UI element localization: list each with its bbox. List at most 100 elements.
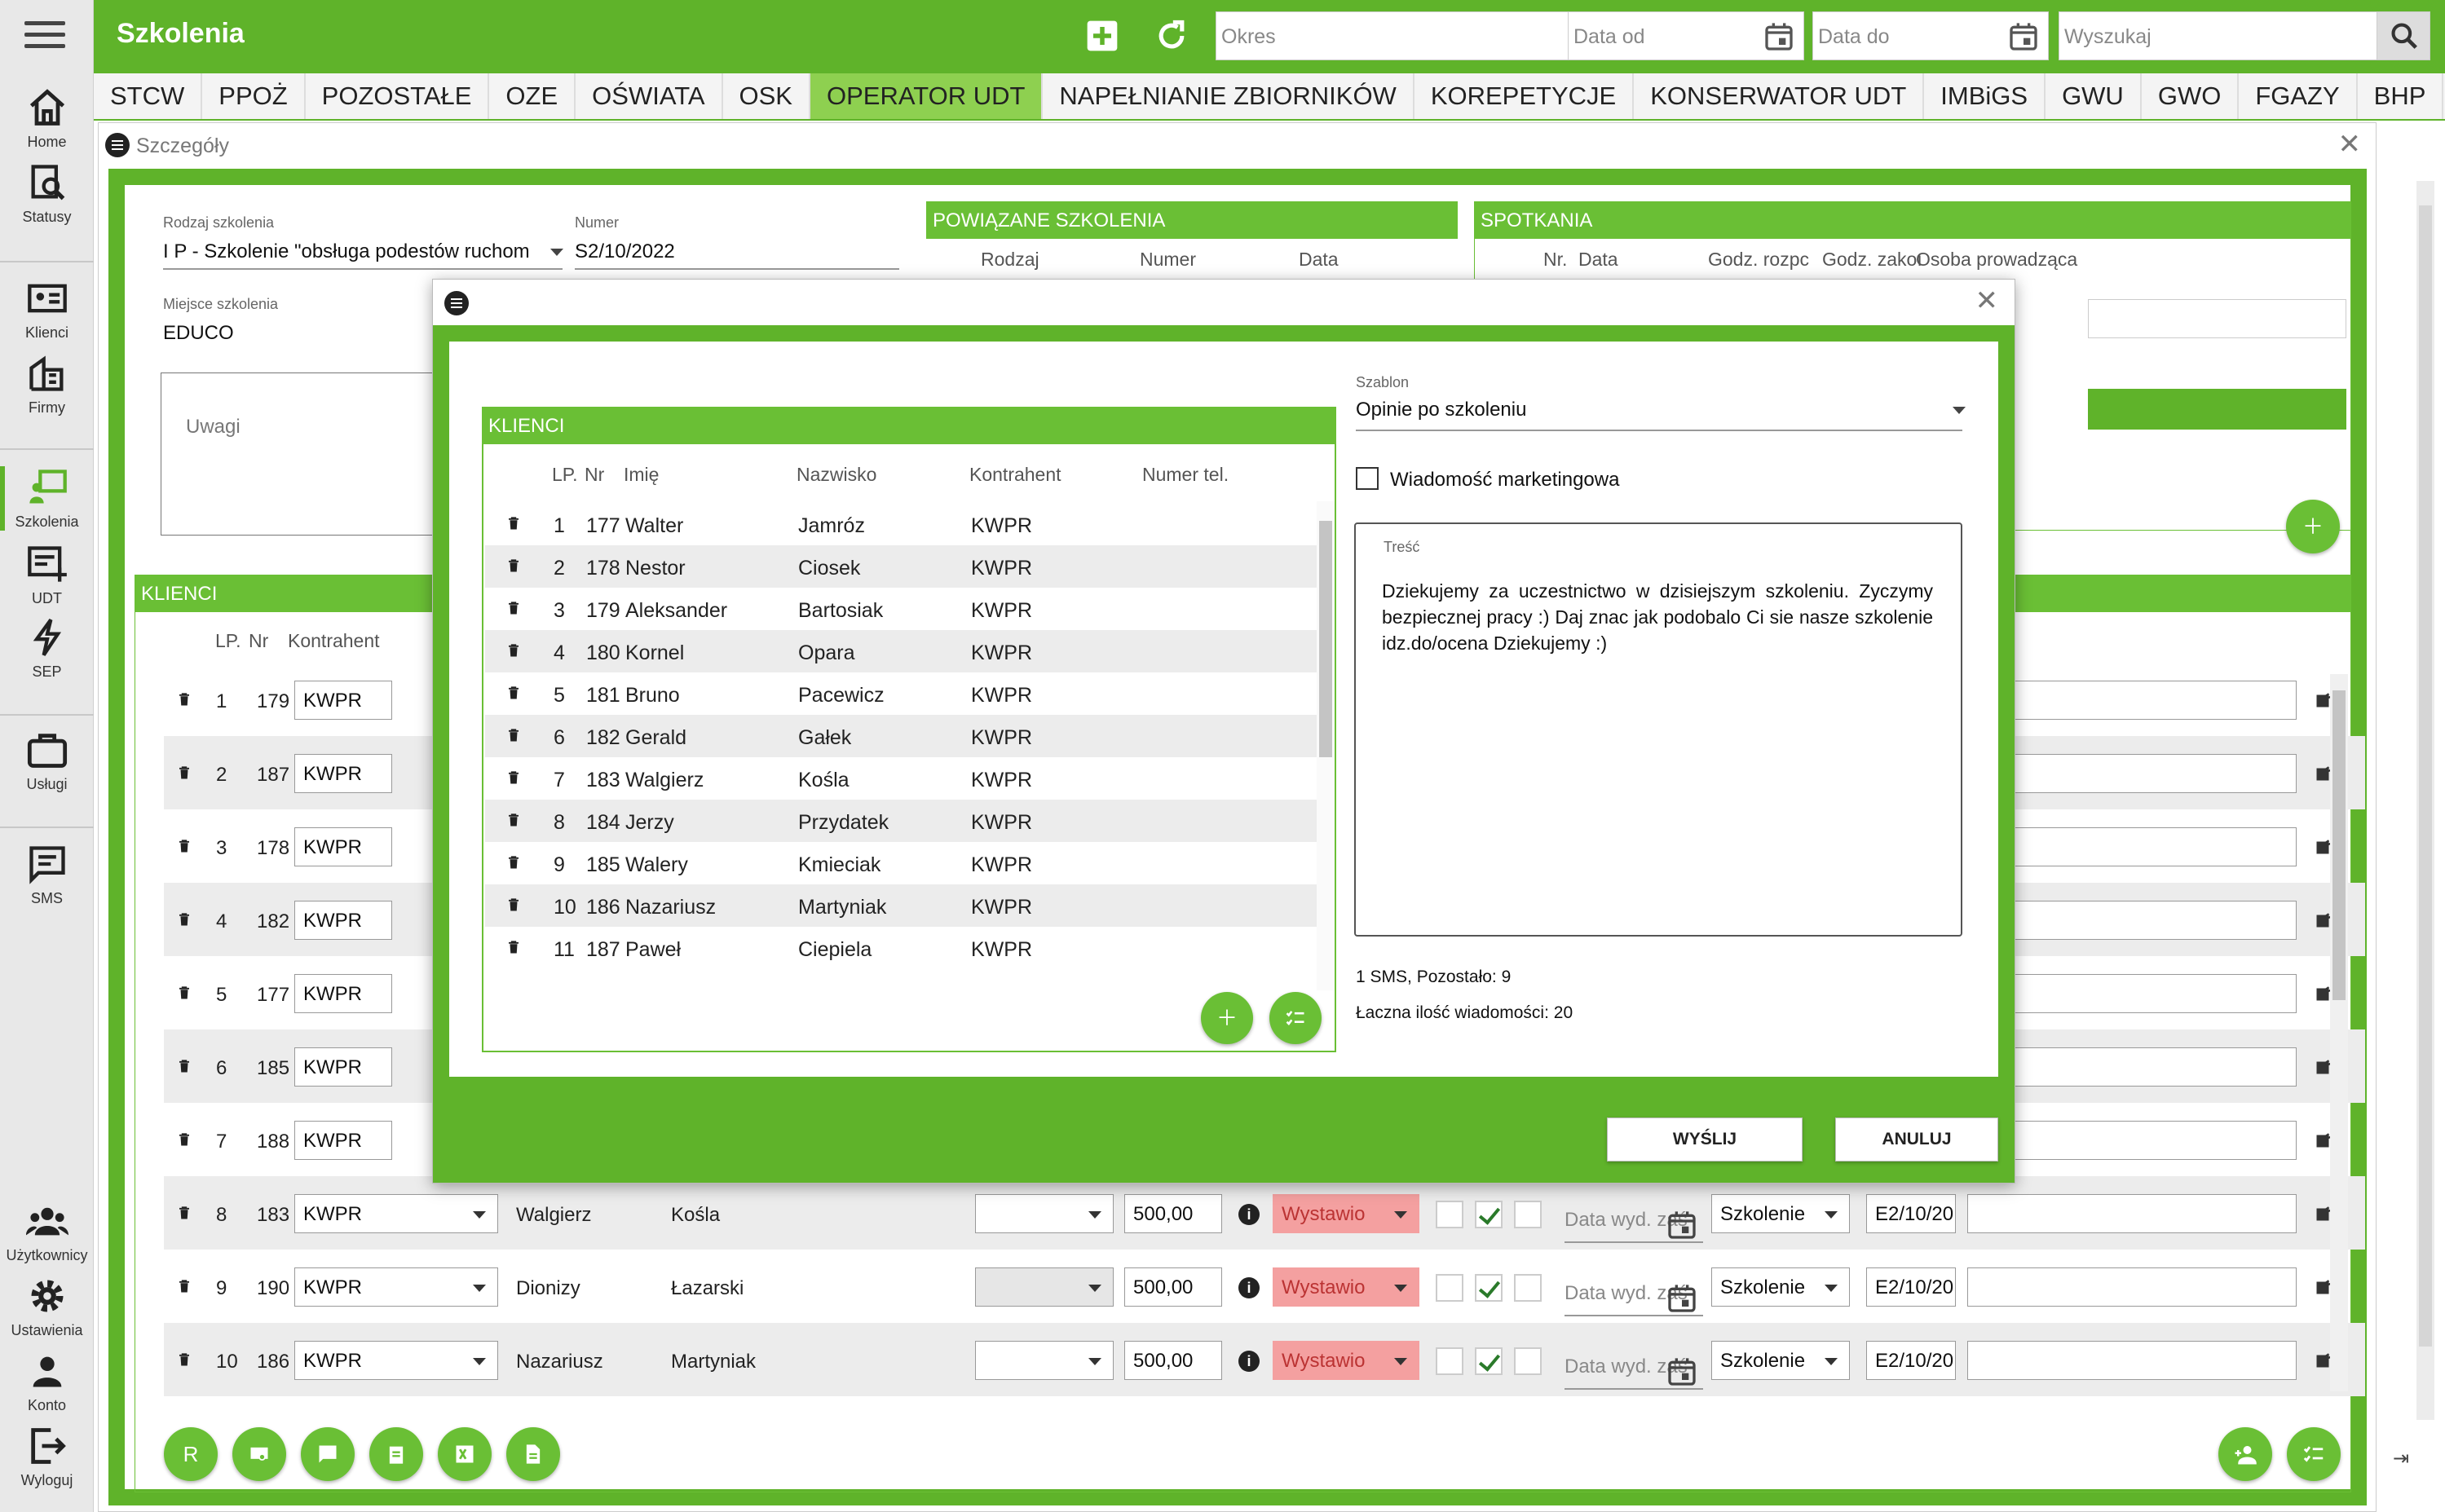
notes-field[interactable] [1967,974,2297,1013]
trash-icon[interactable] [177,1131,192,1148]
message-button[interactable] [301,1427,355,1481]
checkbox-checked[interactable] [1475,1347,1503,1375]
trash-icon[interactable] [506,769,521,787]
trash-icon[interactable] [506,514,521,532]
tab-2[interactable]: POZOSTAŁE [306,73,490,119]
amount-field[interactable]: 500,00 [1124,1267,1222,1307]
type-select[interactable]: Szkolenie [1711,1341,1850,1380]
kontrahent-select[interactable]: KWPR [294,974,392,1013]
checkbox[interactable] [1436,1201,1463,1228]
template-select[interactable]: Opinie po szkoleniu [1356,399,1526,421]
trash-icon[interactable] [177,1277,192,1295]
tab-5[interactable]: OSK [723,73,810,119]
info-icon[interactable]: i [1238,1351,1260,1372]
notes-field[interactable] [1967,1341,2297,1380]
status-select[interactable]: Wystawio [1273,1194,1419,1233]
list-item[interactable]: 6 182 Gerald Gałek KWPR [485,715,1317,757]
kontrahent-select[interactable]: KWPR [294,1267,498,1307]
panel-collapse-icon[interactable]: ⇥ [2385,1435,2417,1483]
meeting-input[interactable] [2088,299,2346,338]
tab-9[interactable]: KONSERWATOR UDT [1634,73,1925,119]
notes-field[interactable] [1967,681,2297,720]
trash-icon[interactable] [177,1351,192,1369]
calendar-icon[interactable] [1666,1356,1698,1388]
sidebar-item-sep[interactable]: SEP [0,616,94,681]
trash-icon[interactable] [177,690,192,708]
clients-scrollbar[interactable] [2330,674,2348,1391]
list-item[interactable]: 4 180 Kornel Opara KWPR [485,630,1317,672]
refresh-icon[interactable] [1154,18,1189,54]
dialog-close-icon[interactable]: ✕ [1975,284,1999,317]
list-item[interactable]: 1 177 Walter Jamróz KWPR [485,503,1317,545]
clipboard-button[interactable] [369,1427,423,1481]
kontrahent-select[interactable]: KWPR [294,754,392,793]
chevron-down-icon[interactable] [550,249,563,256]
search-button[interactable] [2377,11,2430,60]
kontrahent-select[interactable]: KWPR [294,1121,392,1160]
chevron-down-icon[interactable] [1953,407,1966,414]
dialog-checklist-button[interactable] [1269,992,1322,1044]
kontrahent-select[interactable]: KWPR [294,901,392,940]
status-select[interactable]: Wystawio [1273,1267,1419,1307]
notes-field[interactable] [1967,827,2297,866]
tab-13[interactable]: FGAZY [2239,73,2358,119]
trash-icon[interactable] [177,1204,192,1222]
certificate-button[interactable] [232,1427,286,1481]
trash-icon[interactable] [506,896,521,914]
list-item[interactable]: 11 187 Paweł Ciepiela KWPR [485,927,1317,969]
kontrahent-select[interactable]: KWPR [294,1047,392,1087]
kontrahent-select[interactable]: KWPR [294,1194,498,1233]
info-icon[interactable]: i [1238,1277,1260,1298]
tab-0[interactable]: STCW [94,73,203,119]
category-select[interactable] [975,1194,1114,1233]
checkbox[interactable] [1436,1347,1463,1375]
numer-field[interactable]: S2/10/2022 [575,240,675,263]
list-item[interactable]: 5 181 Bruno Pacewicz KWPR [485,672,1317,715]
trash-icon[interactable] [506,938,521,956]
category-select[interactable] [975,1341,1114,1380]
type-select[interactable]: Szkolenie [1711,1194,1850,1233]
tab-1[interactable]: PPOŻ [202,73,306,119]
notes-field[interactable] [1967,754,2297,793]
checkbox[interactable] [1514,1347,1542,1375]
sidebar-item-klienci[interactable]: Klienci [0,277,94,342]
dialog-clients-scrollbar[interactable] [1317,501,1335,990]
trash-icon[interactable] [506,853,521,871]
sidebar-item-statusy[interactable]: Statusy [0,161,94,226]
list-item[interactable]: 9 185 Walery Kmieciak KWPR [485,842,1317,884]
report-r-button[interactable]: R [164,1427,218,1481]
checkbox[interactable] [1514,1274,1542,1302]
info-icon[interactable]: i [1238,1204,1260,1225]
tab-7[interactable]: NAPEŁNIANIE ZBIORNIKÓW [1043,73,1414,119]
marketing-checkbox[interactable] [1356,467,1379,490]
notes-field[interactable] [1967,901,2297,940]
notes-field[interactable] [1967,1194,2297,1233]
type-select[interactable]: Szkolenie [1711,1267,1850,1307]
sidebar-item-szkolenia[interactable]: Szkolenia [0,466,94,531]
checkbox-checked[interactable] [1475,1274,1503,1302]
kontrahent-select[interactable]: KWPR [294,1341,498,1380]
category-select[interactable] [975,1267,1114,1307]
sidebar-item-udt[interactable]: UDT [0,543,94,607]
tab-6[interactable]: OPERATOR UDT [810,73,1044,119]
list-item[interactable]: 2 178 Nestor Ciosek KWPR [485,545,1317,588]
trash-icon[interactable] [506,684,521,702]
list-item[interactable]: 7 183 Walgierz Kośla KWPR [485,757,1317,800]
list-item[interactable]: 3 179 Aleksander Bartosiak KWPR [485,588,1317,630]
trash-icon[interactable] [177,910,192,928]
add-icon[interactable] [1084,18,1120,54]
tab-3[interactable]: OZE [489,73,576,119]
checkbox-checked[interactable] [1475,1201,1503,1228]
tab-14[interactable]: BHP [2358,73,2444,119]
window-menu-icon[interactable] [105,133,130,157]
trash-icon[interactable] [506,599,521,617]
trash-icon[interactable] [177,984,192,1002]
miejsce-field[interactable]: EDUCO [163,322,234,345]
code-field[interactable]: E2/10/20 [1866,1267,1956,1307]
trash-icon[interactable] [177,837,192,855]
rodzaj-select[interactable]: I P - Szkolenie "obsługa podestów ruchom [163,240,546,263]
add-meeting-button[interactable]: ＋ [2286,500,2340,553]
cancel-button[interactable]: ANULUJ [1835,1117,1998,1162]
sidebar-item-uslugi[interactable]: Usługi [0,729,94,793]
message-textarea[interactable]: Treść Dziekujemy za uczestnictwo w dzisi… [1354,522,1962,937]
